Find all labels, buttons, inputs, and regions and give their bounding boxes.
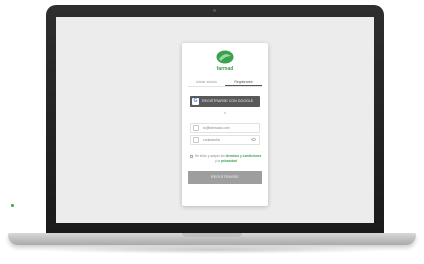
terms-link[interactable]: términos y condiciones bbox=[226, 154, 262, 158]
terms-checkbox[interactable] bbox=[190, 155, 193, 158]
login-card: farmad Iniciar sesión Registrarse G REGI… bbox=[182, 43, 268, 206]
email-field[interactable]: tu@farmacia.com bbox=[190, 123, 260, 133]
email-field-value: tu@farmacia.com bbox=[203, 126, 230, 130]
privacy-text: y la privacidad bbox=[190, 159, 262, 163]
google-signup-button[interactable]: G REGISTRARSE CON GOOGLE bbox=[190, 96, 260, 107]
tab-login[interactable]: Iniciar sesión bbox=[188, 78, 225, 86]
brand-name: farmad bbox=[216, 66, 234, 72]
eye-icon[interactable] bbox=[251, 138, 256, 141]
tab-register[interactable]: Registrarse bbox=[225, 78, 262, 86]
auth-tabs: Iniciar sesión Registrarse bbox=[188, 78, 262, 87]
password-field-value: contraseña bbox=[203, 138, 220, 142]
password-field[interactable]: contraseña bbox=[190, 135, 260, 145]
camera-icon bbox=[213, 9, 216, 12]
laptop-lid: farmad Iniciar sesión Registrarse G REGI… bbox=[46, 5, 384, 237]
terms-middle: y la bbox=[215, 159, 221, 163]
lock-icon bbox=[193, 137, 199, 143]
laptop-shadow bbox=[40, 246, 384, 254]
laptop-screen: farmad Iniciar sesión Registrarse G REGI… bbox=[56, 17, 374, 223]
google-g-icon: G bbox=[192, 98, 199, 105]
privacy-link[interactable]: privacidad bbox=[221, 159, 237, 163]
terms-prefix: He leído y acepto los bbox=[195, 154, 225, 158]
or-divider: o bbox=[224, 111, 226, 115]
register-button[interactable]: REGISTRARSE bbox=[188, 171, 262, 184]
google-signup-label: REGISTRARSE CON GOOGLE bbox=[202, 99, 254, 103]
email-icon bbox=[193, 125, 199, 131]
laptop-base bbox=[8, 233, 416, 245]
terms-text: He leído y acepto los términos y condici… bbox=[195, 154, 261, 158]
decorative-dot bbox=[11, 204, 14, 207]
farmad-logo-icon bbox=[216, 50, 234, 64]
laptop-notch bbox=[182, 233, 242, 237]
